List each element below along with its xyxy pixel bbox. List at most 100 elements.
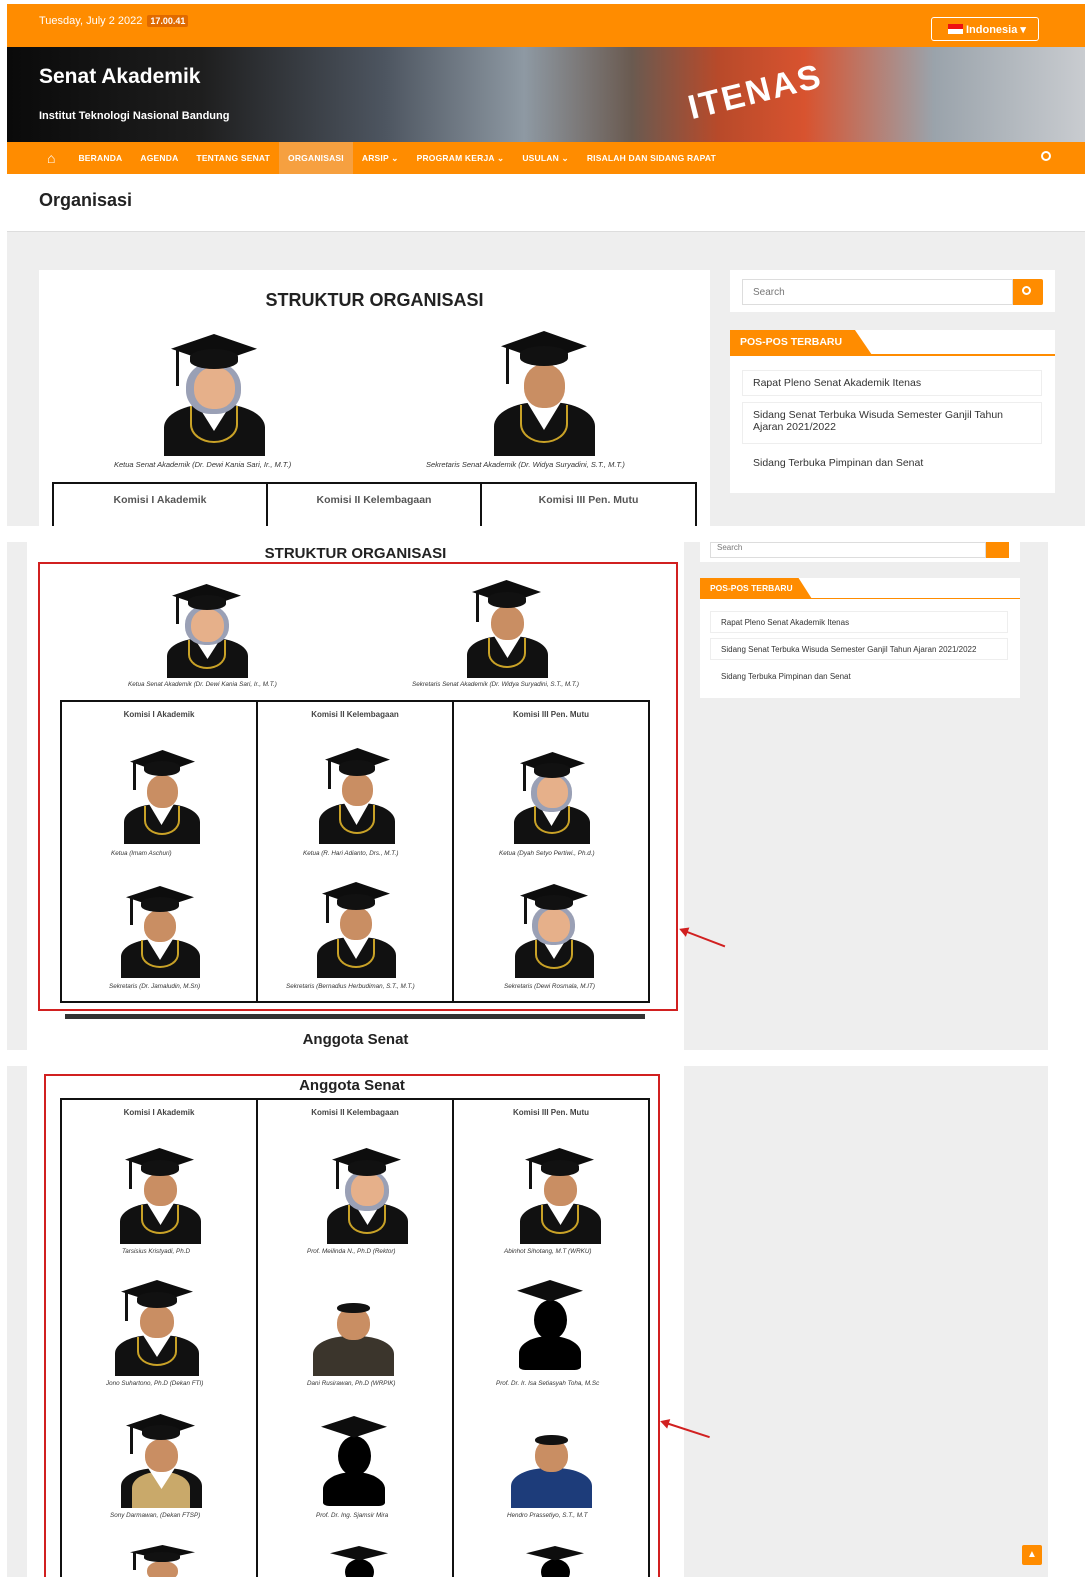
search-icon	[1022, 286, 1031, 295]
nav-item-tentang-senat[interactable]: TENTANG SENAT	[187, 142, 279, 174]
portrait-member	[117, 1544, 207, 1577]
commission-heading: Komisi I Akademik	[123, 1108, 195, 1117]
tassel	[176, 349, 179, 386]
face	[340, 907, 372, 940]
language-label: Indonesia ▾	[966, 24, 1026, 36]
medal-chain	[534, 806, 570, 834]
silhouette-shoulders	[519, 1336, 581, 1370]
medal-chain	[348, 1205, 386, 1234]
portrait-sekretaris-senat	[484, 328, 604, 456]
face	[191, 609, 224, 642]
placeholder-silhouette	[323, 1546, 395, 1577]
annotation-arrow	[681, 929, 726, 948]
medal-chain	[188, 640, 226, 669]
tassel	[524, 895, 527, 924]
member-caption: Jono Suhartono, Ph.D (Dekan FTI)	[106, 1380, 204, 1387]
search-button[interactable]	[1013, 279, 1043, 305]
recent-post-link-small[interactable]: Rapat Pleno Senat Akademik Itenas	[710, 611, 1008, 633]
face	[145, 1439, 178, 1472]
cap-crown	[488, 592, 526, 608]
structure-zoom: STRUKTUR ORGANISASI Search POS-POS TERBA…	[7, 542, 1048, 1050]
site-subtitle: Institut Teknologi Nasional Bandung	[39, 110, 230, 122]
hair	[337, 1303, 370, 1313]
face	[147, 1561, 178, 1577]
face	[491, 606, 524, 640]
cap-crown	[337, 894, 375, 910]
language-selector[interactable]: Indonesia ▾	[931, 17, 1039, 41]
medal-chain	[520, 405, 568, 443]
page-title: Organisasi	[39, 190, 133, 210]
portrait-member	[309, 880, 403, 978]
commission-heading: Komisi II Kelembagaan	[311, 1108, 399, 1117]
members-heading-small: Anggota Senat	[302, 1031, 409, 1048]
portrait-member	[117, 748, 207, 844]
search-button-small[interactable]	[986, 542, 1009, 558]
cap-crown	[520, 346, 568, 366]
face	[144, 1173, 177, 1206]
structure-heading: STRUKTUR ORGANISASI	[265, 290, 484, 310]
search-input[interactable]: Search	[742, 279, 1013, 305]
recent-post-link-small[interactable]: Sidang Senat Terbuka Wisuda Semester Gan…	[710, 638, 1008, 660]
cap-crown	[190, 349, 238, 369]
medal-chain	[144, 806, 180, 835]
tassel	[523, 763, 526, 791]
portrait-member	[113, 884, 207, 978]
member-caption: Tarsisius Kristyadi, Ph.D	[122, 1248, 191, 1255]
member-caption: Prof. Dr. Ing. Sjamsir Mira	[316, 1512, 389, 1519]
medal-chain	[141, 940, 179, 968]
silhouette-head	[534, 1300, 567, 1340]
portrait-member	[312, 746, 402, 844]
medal-chain	[339, 805, 375, 834]
leader-caption: Ketua Senat Akademik (Dr. Dewi Kania Sar…	[128, 681, 277, 688]
face	[538, 909, 570, 942]
silhouette-head	[541, 1559, 570, 1577]
tassel	[336, 1160, 339, 1189]
nav-item-program-kerja[interactable]: PROGRAM KERJA ⌄	[408, 142, 514, 174]
search-icon[interactable]	[1041, 151, 1051, 161]
time-badge: 17.00.41	[147, 15, 189, 27]
main-nav: ⌂ BERANDA AGENDA TENTANG SENAT ORGANISAS…	[7, 142, 1085, 174]
nav-item-agenda[interactable]: AGENDA	[131, 142, 187, 174]
nav-item-beranda[interactable]: BERANDA	[69, 142, 131, 174]
recent-post-link-small[interactable]: Sidang Terbuka Pimpinan dan Senat	[710, 665, 1008, 687]
recent-post-link[interactable]: Sidang Senat Terbuka Wisuda Semester Gan…	[742, 402, 1042, 444]
nav-item-arsip[interactable]: ARSIP ⌄	[353, 142, 408, 174]
recent-post-link[interactable]: Sidang Terbuka Pimpinan dan Senat	[742, 450, 1042, 476]
face	[140, 1305, 174, 1338]
cap-crown	[541, 1160, 579, 1176]
home-icon[interactable]: ⌂	[47, 150, 55, 166]
cap-crown	[535, 895, 573, 910]
recent-post-link[interactable]: Rapat Pleno Senat Akademik Itenas	[742, 370, 1042, 396]
nav-item-usulan[interactable]: USULAN ⌄	[513, 142, 578, 174]
portrait-member	[107, 1278, 207, 1376]
divider-bar	[65, 1014, 645, 1019]
flag-icon	[948, 24, 963, 34]
cap-crown	[339, 760, 375, 776]
tassel	[328, 760, 331, 789]
search-input-small[interactable]: Search	[710, 542, 986, 558]
banner-sign: ITENAS	[684, 57, 827, 127]
silhouette-shoulders	[323, 1472, 385, 1506]
medal-chain	[190, 406, 238, 443]
tassel	[129, 1160, 132, 1189]
leader-caption: Sekretaris Senat Akademik (Dr. Widya Sur…	[426, 460, 625, 469]
tassel	[133, 1552, 136, 1570]
screenshot-collage: Tuesday, July 2 2022 17.00.41 Indonesia ▾…	[0, 0, 1091, 1577]
hair	[535, 1435, 568, 1445]
back-to-top-button[interactable]: ▲	[1022, 1545, 1042, 1565]
nav-item-organisasi[interactable]: ORGANISASI	[279, 142, 353, 174]
face	[147, 775, 178, 808]
recent-posts-heading: POS-POS TERBARU	[730, 330, 872, 355]
medal-chain	[488, 638, 526, 668]
site-title[interactable]: Senat Akademik	[39, 65, 200, 89]
tassel	[529, 1160, 532, 1189]
medal-chain	[541, 1205, 579, 1234]
member-caption: Sekretaris (Dewi Rosmala, M.IT)	[504, 983, 595, 990]
nav-item-risalah[interactable]: RISALAH DAN SIDANG RAPAT	[578, 142, 725, 174]
member-caption: Prof. Dr. Ir. Isa Setiasyah Toha, M.Sc	[496, 1380, 600, 1387]
tassel	[125, 1292, 128, 1321]
medal-chain	[141, 1205, 179, 1234]
member-caption: Prof. Meilinda N., Ph.D (Rektor)	[307, 1248, 396, 1255]
member-caption: Sony Darmawan, (Dekan FTSP)	[110, 1512, 201, 1519]
tassel	[326, 894, 329, 923]
